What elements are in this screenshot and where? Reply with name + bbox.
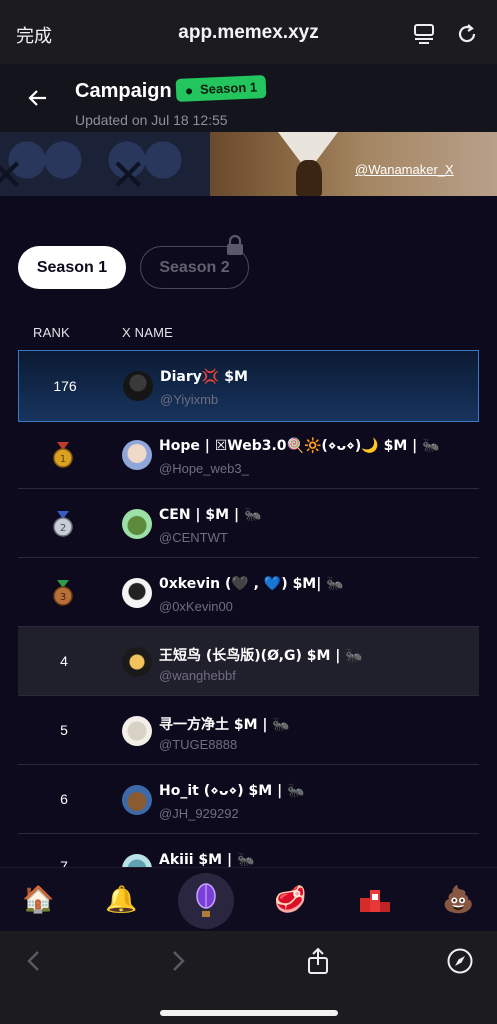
- column-header-rank: RANK: [33, 325, 70, 340]
- x-logo-icon: ✕: [112, 140, 145, 196]
- x-handle[interactable]: @Hope_web3_: [159, 461, 249, 476]
- banner-tie: [296, 160, 322, 196]
- bell-icon[interactable]: 🔔: [105, 882, 139, 916]
- share-icon[interactable]: [304, 947, 332, 975]
- x-handle[interactable]: @0xKevin00: [159, 599, 233, 614]
- x-handle[interactable]: @CENTWT: [159, 530, 228, 545]
- browser-top-bar: 完成 app.memex.xyz: [0, 0, 497, 64]
- svg-text:3: 3: [60, 592, 66, 603]
- forward-icon[interactable]: [164, 947, 192, 975]
- reader-icon[interactable]: [412, 22, 436, 46]
- poop-icon[interactable]: 💩: [442, 882, 476, 916]
- tab-season-1[interactable]: Season 1: [18, 246, 126, 289]
- svg-text:1: 1: [60, 454, 66, 465]
- campaign-banner: ✕ ✕ @Wanamaker_X: [0, 132, 497, 196]
- display-name: CEN | $M | 🐜: [159, 507, 262, 523]
- display-name: Hope | ☒Web3.0🍭🔆(⋄ᴗ⋄)🌙 $M | 🐜: [159, 438, 440, 454]
- rank-value: 4: [60, 653, 68, 669]
- table-row[interactable]: 4 王短鸟 (长鸟版)(Ø,G) $M | 🐜 @wanghebbf: [18, 627, 479, 696]
- display-name: Diary💢 $M: [160, 369, 248, 385]
- table-row[interactable]: 2 CEN | $M | 🐜 @CENTWT: [18, 489, 479, 558]
- updated-timestamp: Updated on Jul 18 12:55: [75, 112, 228, 128]
- table-row[interactable]: 3 0xkevin (🖤 , 💙) $M| 🐜 @0xKevin00: [18, 558, 479, 627]
- display-name: Ho_it (⋄ᴗ⋄) $M | 🐜: [159, 783, 305, 799]
- avatar: [122, 509, 152, 539]
- page-title: Campaign: [75, 80, 172, 102]
- app-header: Campaign Season 1 Updated on Jul 18 12:5…: [0, 64, 497, 132]
- back-icon[interactable]: [20, 947, 48, 975]
- status-dot-icon: [185, 88, 193, 95]
- rank-value: 176: [53, 378, 77, 394]
- app-bottom-nav: 🏠 🔔 🥩 💩: [0, 867, 497, 931]
- avatar: [122, 647, 152, 677]
- table-row-current-user[interactable]: 176 Diary💢 $M @Yiyixmb: [18, 350, 479, 422]
- compass-icon[interactable]: [446, 947, 474, 975]
- balloon-icon: [196, 883, 216, 917]
- display-name: 0xkevin (🖤 , 💙) $M| 🐜: [159, 576, 344, 592]
- x-handle[interactable]: @JH_929292: [159, 806, 239, 821]
- table-row[interactable]: 6 Ho_it (⋄ᴗ⋄) $M | 🐜 @JH_929292: [18, 765, 479, 834]
- podium-icon[interactable]: [358, 882, 392, 916]
- table-row[interactable]: 5 寻一方净土 $M | 🐜 @TUGE8888: [18, 696, 479, 765]
- season-badge-label: Season 1: [199, 79, 258, 97]
- silver-medal-icon: 2: [53, 511, 73, 537]
- banner-credit-link[interactable]: @Wanamaker_X: [355, 162, 454, 177]
- x-handle[interactable]: @Yiyixmb: [160, 392, 218, 407]
- table-row[interactable]: 1 Hope | ☒Web3.0🍭🔆(⋄ᴗ⋄)🌙 $M | 🐜 @Hope_we…: [18, 420, 479, 489]
- avatar: [122, 440, 152, 470]
- x-handle[interactable]: @wanghebbf: [159, 668, 236, 683]
- column-header-name: X NAME: [122, 325, 174, 340]
- svg-text:2: 2: [60, 523, 66, 534]
- x-handle[interactable]: @TUGE8888: [159, 737, 237, 752]
- home-icon[interactable]: 🏠: [22, 882, 56, 916]
- avatar: [123, 371, 153, 401]
- x-logo-icon: ✕: [0, 140, 23, 196]
- meat-icon[interactable]: 🥩: [274, 882, 308, 916]
- season-badge: Season 1: [175, 75, 267, 102]
- home-indicator: [160, 1010, 338, 1016]
- display-name: 王短鸟 (长鸟版)(Ø,G) $M | 🐜: [159, 648, 363, 664]
- rank-value: 5: [60, 722, 68, 738]
- avatar: [122, 578, 152, 608]
- lock-icon: [227, 235, 243, 255]
- gold-medal-icon: 1: [53, 442, 73, 468]
- balloon-button[interactable]: [178, 873, 234, 929]
- reload-icon[interactable]: [455, 22, 479, 46]
- display-name: Akiii $M | 🐜: [159, 852, 255, 868]
- back-arrow-icon[interactable]: [26, 86, 50, 110]
- rank-value: 6: [60, 791, 68, 807]
- display-name: 寻一方净土 $M | 🐜: [159, 717, 290, 733]
- bronze-medal-icon: 3: [53, 580, 73, 606]
- avatar: [122, 785, 152, 815]
- avatar: [122, 716, 152, 746]
